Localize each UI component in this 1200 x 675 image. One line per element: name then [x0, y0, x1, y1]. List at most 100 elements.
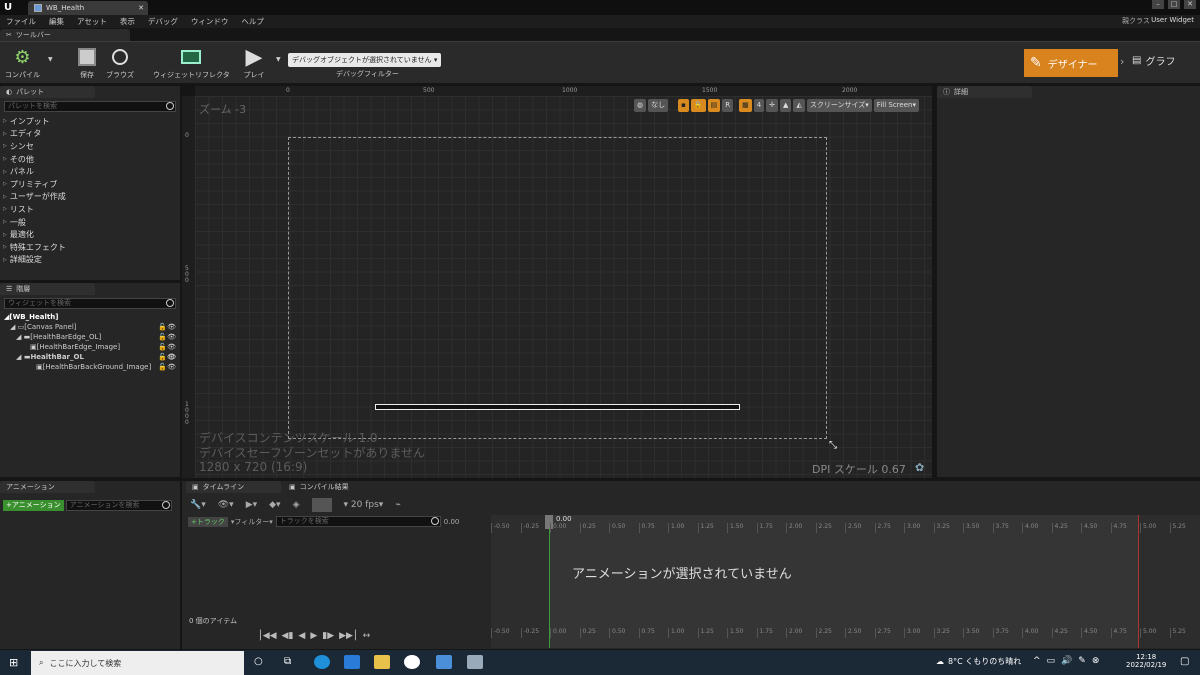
snap-icon[interactable]: ◈ [293, 500, 300, 510]
hierarchy-tab[interactable]: ☰ 階層 [0, 283, 95, 295]
timeline-tab[interactable]: ▣ タイムライン [186, 481, 281, 493]
palette-category[interactable]: ▷ シンセ [0, 140, 180, 153]
tree-item[interactable]: ◢ ▬ [HealthBarEdge_OL] 🔓👁 [0, 332, 180, 342]
toolbar-tab[interactable]: ✂ ツールバー [0, 29, 130, 41]
network-icon[interactable]: ▭ [1047, 656, 1056, 666]
palette-category[interactable]: ▷ 最適化 [0, 228, 180, 241]
paint-icon[interactable] [467, 655, 483, 669]
menu-file[interactable]: ファイル [6, 16, 36, 27]
lock-icon[interactable]: 🔒 [690, 99, 706, 112]
play-options-icon[interactable]: ▶▾ [246, 500, 257, 510]
close-button[interactable]: ✕ [1184, 0, 1196, 9]
graph-mode-button[interactable]: ▤ グラフ [1132, 53, 1175, 68]
palette-category[interactable]: ▷ インプット [0, 115, 180, 128]
weather-widget[interactable]: ☁ 8°C くもりのち晴れ [936, 656, 1021, 667]
maximize-button[interactable]: □ [1168, 0, 1180, 9]
palette-category[interactable]: ▷ エディタ [0, 128, 180, 141]
pen-icon[interactable]: ✎ [1078, 656, 1086, 666]
play-icon[interactable]: ▶ [310, 631, 317, 641]
menu-help[interactable]: ヘルプ [241, 16, 264, 27]
screen-size-dropdown[interactable]: スクリーンサイズ▾ [806, 99, 872, 112]
lock-eye-icon[interactable]: 🔓👁 [158, 363, 176, 371]
palette-category[interactable]: ▷ その他 [0, 153, 180, 166]
browse-button[interactable]: ブラウズ [106, 46, 134, 80]
compile-results-tab[interactable]: ▣ コンパイル結果 [283, 481, 378, 493]
cortana-icon[interactable]: ○ [254, 656, 263, 667]
volume-icon[interactable]: 🔊 [1061, 656, 1072, 666]
auto-key-icon[interactable] [311, 498, 332, 512]
add-animation-button[interactable]: +アニメーション [3, 500, 64, 511]
widget-reflector-button[interactable]: ウィジェットリフレクタ [153, 46, 230, 80]
palette-category[interactable]: ▷ ユーザーが作成 [0, 191, 180, 204]
photos-icon[interactable] [436, 655, 452, 669]
health-bar-widget[interactable] [375, 404, 740, 410]
taskbar-search-input[interactable]: ⌕ ここに入力して検索 [31, 651, 244, 675]
play-reverse-icon[interactable]: ◀ [298, 631, 305, 641]
fps-dropdown[interactable]: ▾ 20 fps▾ [344, 500, 384, 510]
step-back-icon[interactable]: ◀▮ [282, 631, 294, 641]
save-button[interactable]: 保存 [76, 46, 98, 80]
play-options-icon[interactable]: ▼ [276, 56, 281, 63]
layout-icon[interactable]: ▤ [707, 99, 721, 112]
filter-button[interactable]: ▾フィルター▾ [231, 517, 273, 527]
localization-globe-icon[interactable]: ◍ [634, 99, 647, 112]
location-snap-icon[interactable]: ✛ [766, 99, 779, 112]
grid-size-value[interactable]: 4 [753, 99, 765, 112]
outline-icon[interactable]: ◭ [793, 99, 805, 112]
user-widget-label[interactable]: User Widget [1151, 16, 1194, 24]
jump-start-icon[interactable]: ⎮◀◀ [258, 631, 277, 641]
palette-category[interactable]: ▷ 特殊エフェクト [0, 241, 180, 254]
status-icon[interactable]: ⊗ [1092, 656, 1100, 666]
clock[interactable]: 12:18 2022/02/19 [1126, 653, 1166, 669]
debug-object-dropdown[interactable]: デバッグオブジェクトが選択されていません ▾ [288, 53, 441, 67]
details-tab[interactable]: ⓘ 詳細 [937, 86, 1032, 98]
tree-item[interactable]: ◢ ▭ [Canvas Panel] 🔓👁 [0, 322, 180, 332]
menu-asset[interactable]: アセット [77, 16, 107, 27]
task-view-icon[interactable]: ⧉ [284, 656, 291, 667]
tree-item[interactable]: ▣ [HealthBarBackGround_Image] 🔓👁 [0, 362, 180, 372]
palette-search-input[interactable]: パレットを検索 [4, 101, 176, 112]
menu-view[interactable]: 表示 [120, 16, 135, 27]
play-button[interactable]: ▶ プレイ [243, 45, 265, 80]
preview-culture-dropdown[interactable]: なし [648, 99, 669, 112]
palette-category[interactable]: ▷ 詳細設定 [0, 254, 180, 267]
compile-button[interactable]: ⚙ コンパイル [5, 46, 40, 80]
parent-class-label[interactable]: 親クラス [1122, 16, 1150, 26]
compile-options-icon[interactable]: ▼ [48, 56, 53, 63]
palette-category[interactable]: ▷ パネル [0, 165, 180, 178]
tree-item[interactable]: ▣ [HealthBarEdge_Image] 🔓👁 [0, 342, 180, 352]
dpi-settings-gear-icon[interactable]: ✿ [915, 461, 924, 474]
palette-tab[interactable]: ◐ パレット [0, 86, 95, 98]
grid-snap-icon[interactable]: ▦ [739, 99, 752, 112]
key-tools-icon[interactable]: 🔧▾ [190, 500, 206, 510]
fill-screen-dropdown[interactable]: Fill Screen▾ [873, 99, 919, 112]
add-track-button[interactable]: +トラック [188, 516, 228, 527]
palette-category[interactable]: ▷ リスト [0, 203, 180, 216]
menu-window[interactable]: ウィンドウ [191, 16, 229, 27]
designer-mode-button[interactable]: ✎ デザイナー [1024, 49, 1118, 77]
minimize-button[interactable]: – [1152, 0, 1164, 9]
respect-locks-toggle[interactable]: R [722, 99, 734, 112]
notification-icon[interactable]: ▢ [1180, 656, 1189, 667]
chevron-up-icon[interactable]: ^ [1033, 656, 1041, 666]
close-tab-icon[interactable]: ✕ [138, 4, 144, 12]
palette-category[interactable]: ▷ 一般 [0, 216, 180, 229]
document-tab[interactable]: WB_Health ✕ [28, 1, 148, 15]
palette-category[interactable]: ▷ プリミティブ [0, 178, 180, 191]
view-eye-icon[interactable]: 👁▾ [218, 500, 234, 510]
curve-editor-icon[interactable]: ⌁ [395, 500, 400, 510]
lock-eye-icon[interactable]: 🔓👁 [158, 343, 176, 351]
track-search-input[interactable]: トラックを検索 [275, 516, 441, 527]
animation-search-input[interactable]: アニメーションを検索 [65, 500, 172, 511]
unreal-engine-icon[interactable] [404, 655, 420, 669]
lock-eye-icon[interactable]: 🔓👁 [158, 333, 176, 341]
keyframe-icon[interactable]: ◆▾ [269, 500, 280, 510]
tree-item[interactable]: ◢ ▬ HealthBar_OL 🔓👁 [0, 352, 180, 362]
background-image-icon[interactable]: ▲ [780, 99, 792, 112]
edge-icon[interactable] [314, 655, 330, 669]
windows-start-icon[interactable]: ⊞ [9, 656, 18, 669]
transform-mode-icon[interactable]: ▪ [678, 99, 689, 112]
tree-item-root[interactable]: ◢ [WB_Health] [0, 312, 180, 322]
mail-icon[interactable] [344, 655, 360, 669]
resize-handle-icon[interactable]: ⤡ [829, 440, 837, 451]
